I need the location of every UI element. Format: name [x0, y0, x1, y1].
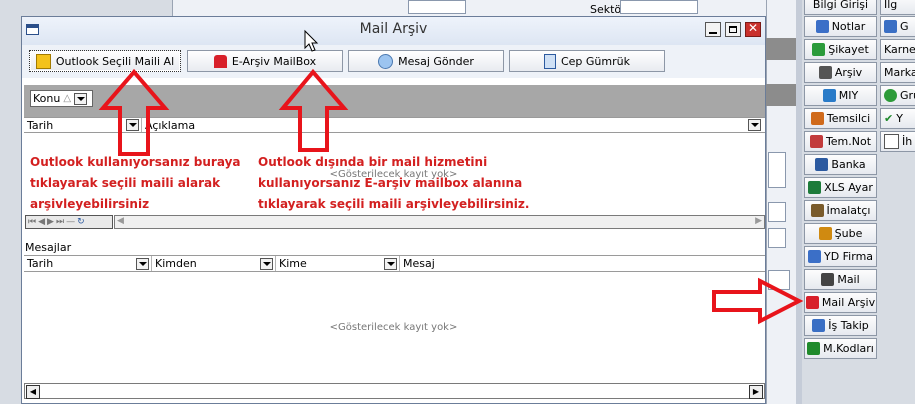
right-arrow-mail-arsiv	[712, 277, 804, 325]
cursor-icon	[304, 29, 319, 52]
arrows-overlay	[98, 29, 804, 325]
up-arrow-earsiv	[278, 68, 349, 152]
up-arrow-outlook	[98, 68, 170, 156]
